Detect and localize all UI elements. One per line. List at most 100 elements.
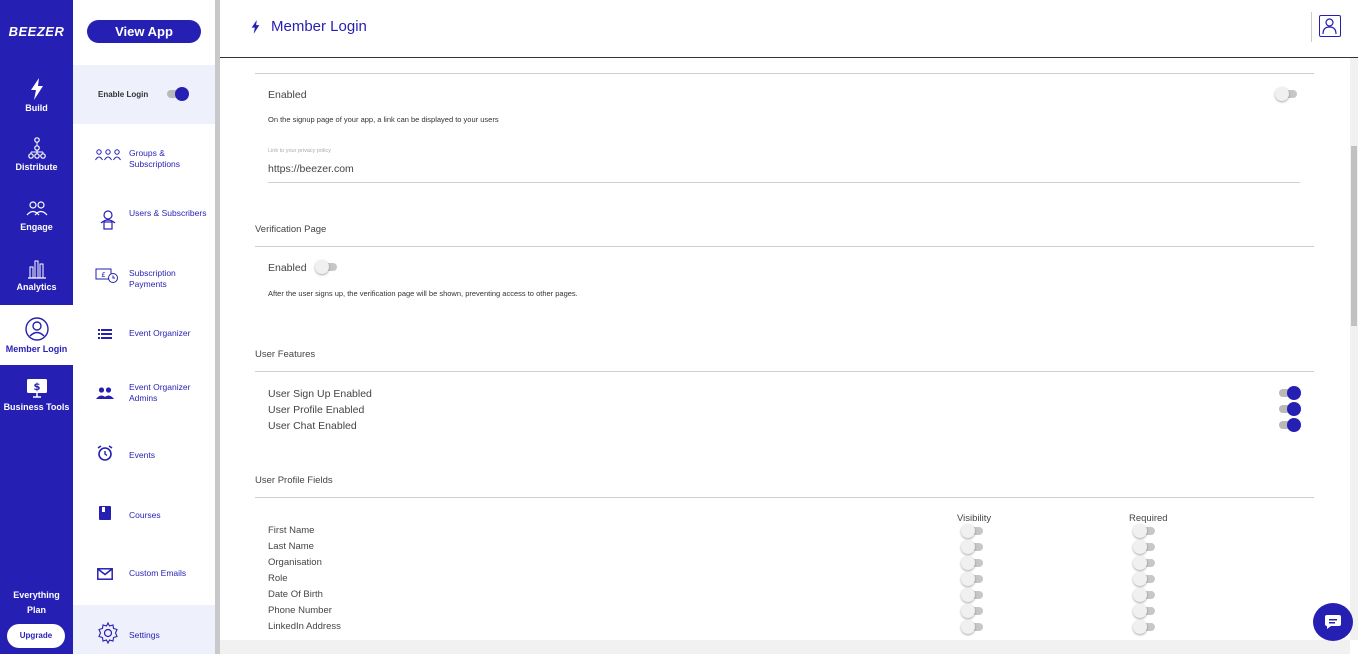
sub-item-event-organizer[interactable]: Event Organizer [73,323,215,373]
verification-description: After the user signs up, the verificatio… [268,289,578,298]
profile-fields-title: User Profile Fields [255,475,333,486]
sub-item-settings[interactable]: Settings [73,605,215,654]
monitor-dollar-icon: $ [26,379,47,398]
vertical-scroll-thumb[interactable] [1351,146,1357,326]
feature-profile-toggle[interactable] [1277,402,1301,416]
section-divider [255,73,1314,74]
feature-chat-toggle[interactable] [1277,418,1301,432]
sub-item-label: Groups & Subscriptions [129,148,181,169]
sub-item-users-subscribers[interactable]: Users & Subscribers [73,203,215,253]
features-title: User Features [255,349,316,360]
feature-profile-label: User Profile Enabled [268,404,365,416]
field-first-name-visibility-toggle[interactable] [961,524,985,538]
field-dob-visibility-toggle[interactable] [961,588,985,602]
page-title: Member Login [271,18,367,35]
sub-item-courses[interactable]: Courses [73,505,215,555]
alarm-icon [97,445,113,461]
rail-item-engage[interactable]: Engage [0,199,73,259]
enable-login-toggle[interactable] [165,87,189,101]
horizontal-scrollbar[interactable] [220,640,1350,654]
sub-item-label: Courses [129,510,161,520]
hierarchy-icon [27,137,46,159]
input-underline [268,182,1300,183]
sub-item-label: Subscription Payments [129,268,176,289]
field-organisation-visibility-toggle[interactable] [961,556,985,570]
col-visibility-header: Visibility [957,513,992,524]
section-divider [255,371,1314,372]
field-phone-required-toggle[interactable] [1133,604,1157,618]
beezer-logo[interactable]: BEEZER [0,24,73,39]
feature-signup-toggle[interactable] [1277,386,1301,400]
field-first-name-label: First Name [268,525,315,536]
view-app-button[interactable]: View App [87,20,201,43]
main-content: Enabled On the signup page of your app, … [220,58,1350,640]
upgrade-button[interactable]: Upgrade [7,624,65,648]
field-phone-visibility-toggle[interactable] [961,604,985,618]
privacy-enabled-toggle[interactable] [1275,87,1299,101]
rail-item-member-login[interactable]: Member Login [0,305,73,365]
field-phone-label: Phone Number [268,605,332,616]
field-linkedin-required-toggle[interactable] [1133,620,1157,634]
groups-icon [95,149,121,161]
field-first-name-required-toggle[interactable] [1133,524,1157,538]
user-icon [1322,18,1337,35]
bolt-icon [30,78,43,100]
verification-enabled-label: Enabled [268,262,307,274]
privacy-description: On the signup page of your app, a link c… [268,115,499,124]
section-divider [255,497,1314,498]
feature-signup-label: User Sign Up Enabled [268,388,372,400]
enable-login-panel: Enable Login [73,65,215,124]
field-dob-required-toggle[interactable] [1133,588,1157,602]
field-dob-label: Date Of Birth [268,589,323,600]
verification-title: Verification Page [255,224,327,235]
list-icon [98,329,112,339]
plan-info: Everything Plan [0,588,73,618]
field-organisation-required-toggle[interactable] [1133,556,1157,570]
sub-item-event-organizer-admins[interactable]: Event Organizer Admins [73,377,215,427]
rail-item-build[interactable]: Build [0,78,73,138]
group-icon [26,201,47,216]
plan-name: Everything [13,590,60,600]
enable-login-label: Enable Login [98,90,149,99]
svg-text:$: $ [33,382,40,393]
field-role-visibility-toggle[interactable] [961,572,985,586]
privacy-link-label: Link to your privacy policy [268,148,331,154]
col-required-header: Required [1129,513,1168,524]
user-circle-icon [24,317,49,341]
sub-item-events[interactable]: Events [73,445,215,495]
rail-item-label: Business Tools [3,402,70,412]
page-header: Member Login [220,0,1358,58]
rail-item-distribute[interactable]: Distribute [0,137,73,197]
field-linkedin-label: LinkedIn Address [268,621,341,632]
field-last-name-visibility-toggle[interactable] [961,540,985,554]
user-lock-icon [100,210,116,230]
bar-chart-icon [27,260,46,279]
field-last-name-required-toggle[interactable] [1133,540,1157,554]
plan-suffix: Plan [26,605,46,615]
header-divider [1311,12,1312,42]
vertical-scrollbar[interactable] [1350,58,1358,640]
book-icon [99,506,111,520]
privacy-link-input[interactable]: https://beezer.com [268,163,354,175]
field-last-name-label: Last Name [268,541,314,552]
sub-item-groups-subscriptions[interactable]: Groups & Subscriptions [73,143,215,193]
field-role-label: Role [268,573,288,584]
sub-item-label: Users & Subscribers [129,208,207,218]
sub-item-subscription-payments[interactable]: £ Subscription Payments [73,263,215,313]
verification-enabled-toggle[interactable] [315,260,339,274]
sub-item-label: Event Organizer Admins [129,382,191,403]
chat-icon [1325,615,1341,629]
gear-icon [98,622,118,644]
field-role-required-toggle[interactable] [1133,572,1157,586]
field-linkedin-visibility-toggle[interactable] [961,620,985,634]
feature-chat-label: User Chat Enabled [268,420,357,432]
chat-launcher-button[interactable] [1313,603,1353,641]
people-icon [96,387,114,399]
mail-icon [97,568,113,580]
bolt-icon [251,20,260,34]
account-button[interactable] [1319,15,1341,37]
rail-item-business-tools[interactable]: $ Business Tools [0,377,73,437]
rail-item-label: Build [25,103,48,113]
svg-text:£: £ [101,271,105,279]
rail-item-label: Engage [20,222,53,232]
